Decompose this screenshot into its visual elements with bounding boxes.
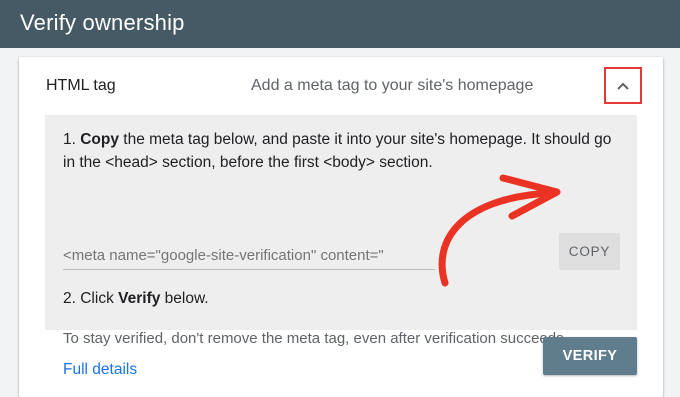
step1-bold: Copy	[80, 131, 119, 148]
collapse-button[interactable]	[604, 67, 642, 104]
full-details-link[interactable]: Full details	[63, 361, 137, 379]
method-description: Add a meta tag to your site's homepage	[251, 77, 534, 94]
verification-method-card: HTML tag Add a meta tag to your site's h…	[19, 57, 663, 397]
copy-button[interactable]: COPY	[559, 233, 620, 270]
instructions-panel: 1. Copy the meta tag below, and paste it…	[45, 115, 637, 378]
page-title: Verify ownership	[20, 10, 185, 35]
step1-number: 1.	[63, 131, 81, 148]
method-label: HTML tag	[46, 77, 116, 94]
chevron-up-icon	[617, 82, 629, 90]
page-header: Verify ownership	[0, 0, 680, 48]
step1-body: the meta tag below, and paste it into yo…	[63, 131, 612, 171]
step2-suffix: below.	[160, 290, 209, 307]
verify-button[interactable]: VERIFY	[543, 337, 637, 375]
step2-text: 2. Click Verify below.	[63, 290, 209, 308]
verification-note: To stay verified, don't remove the meta …	[63, 330, 568, 347]
step2-prefix: 2. Click	[63, 290, 119, 307]
meta-tag-field[interactable]: <meta name="google-site-verification" co…	[63, 243, 435, 270]
step1-text: 1. Copy the meta tag below, and paste it…	[63, 128, 623, 174]
step2-bold: Verify	[118, 290, 161, 307]
